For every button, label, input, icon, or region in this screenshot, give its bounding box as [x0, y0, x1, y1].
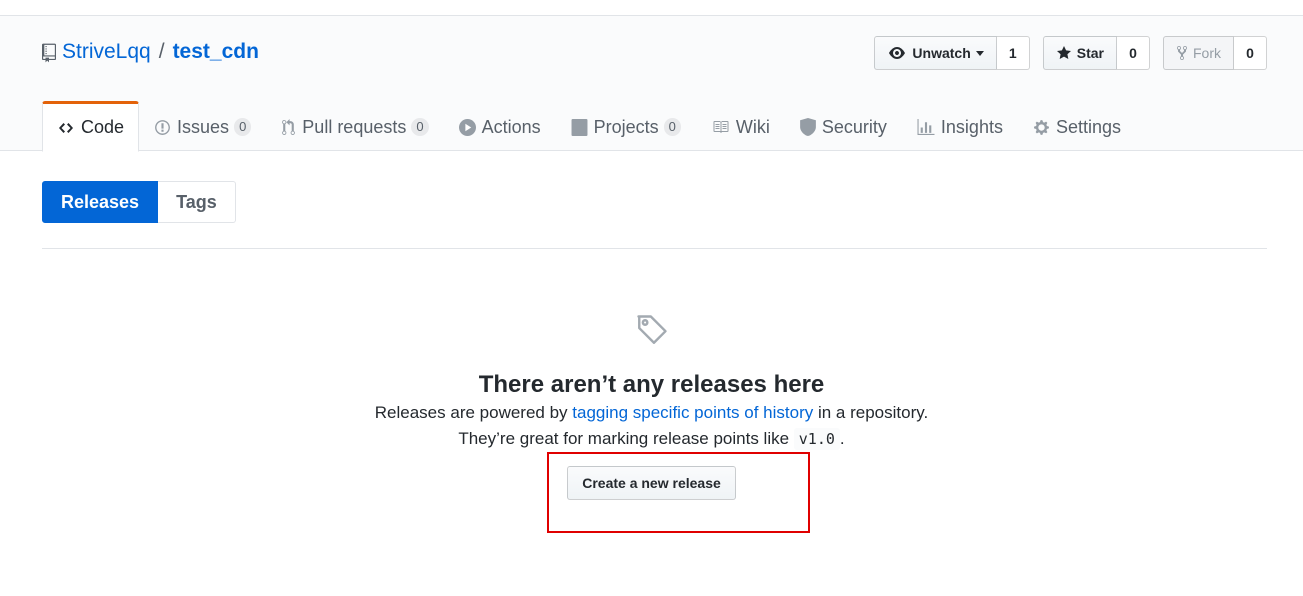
repo-separator: / — [158, 40, 165, 63]
tab-pull-requests-label: Pull requests — [302, 116, 407, 137]
repo-name-link[interactable]: test_cdn — [173, 40, 259, 64]
gear-icon — [1034, 119, 1049, 135]
releases-tab[interactable]: Releases — [42, 181, 159, 223]
pulls-counter: 0 — [411, 118, 429, 136]
tab-actions-label: Actions — [481, 116, 541, 137]
releases-subnav: Releases Tags — [42, 181, 236, 223]
repo-nav: Code Issues 0 Pull requests 0 Actions Pr… — [42, 101, 1136, 152]
tab-wiki-label: Wiki — [735, 116, 770, 137]
play-icon — [458, 118, 476, 136]
unwatch-label: Unwatch — [912, 45, 971, 61]
star-button[interactable]: Star — [1042, 36, 1117, 70]
repo-header: StriveLqq / test_cdn Unwatch 1 Star 0 Fo… — [0, 16, 1303, 152]
tab-issues-label: Issues — [177, 116, 230, 137]
line2-text-after: . — [839, 429, 845, 448]
tagging-docs-link[interactable]: tagging specific points of history — [572, 403, 813, 422]
version-example-code: v1.0 — [793, 428, 840, 450]
shield-icon — [800, 118, 816, 136]
top-bar — [0, 0, 1303, 16]
fork-label: Fork — [1193, 45, 1221, 61]
line1-text-before: Releases are powered by — [374, 403, 573, 422]
blankslate-line-1: Releases are powered by tagging specific… — [0, 400, 1303, 426]
tab-security-label: Security — [821, 116, 887, 137]
repo-icon — [42, 43, 56, 63]
tab-actions[interactable]: Actions — [444, 101, 556, 151]
line1-text-after: in a repository. — [813, 403, 929, 422]
tab-security[interactable]: Security — [785, 101, 902, 151]
star-group: Star 0 — [1042, 36, 1150, 70]
eye-icon — [889, 47, 906, 59]
tab-insights[interactable]: Insights — [902, 101, 1018, 151]
unwatch-button[interactable]: Unwatch — [874, 36, 997, 70]
fork-group: Fork 0 — [1163, 36, 1267, 70]
stargazers-count[interactable]: 0 — [1117, 36, 1150, 70]
fork-icon — [1177, 45, 1187, 61]
tab-projects-label: Projects — [593, 116, 659, 137]
tab-issues[interactable]: Issues 0 — [139, 101, 266, 151]
tab-projects[interactable]: Projects 0 — [556, 101, 696, 151]
watch-group: Unwatch 1 — [874, 36, 1030, 70]
content-divider — [42, 248, 1267, 249]
tab-pull-requests[interactable]: Pull requests 0 — [266, 101, 443, 151]
code-icon — [59, 122, 73, 133]
forks-count[interactable]: 0 — [1234, 36, 1267, 70]
tab-settings[interactable]: Settings — [1018, 101, 1136, 151]
pull-request-icon — [282, 118, 296, 135]
tab-code[interactable]: Code — [42, 101, 140, 152]
tab-settings-label: Settings — [1055, 116, 1122, 137]
projects-counter: 0 — [663, 118, 681, 136]
repo-title: StriveLqq / test_cdn — [42, 40, 259, 64]
issue-icon — [155, 119, 170, 135]
tab-code-label: Code — [81, 117, 125, 137]
highlight-annotation-box — [547, 452, 810, 533]
pagehead-actions: Unwatch 1 Star 0 Fork 0 — [874, 36, 1267, 70]
blankslate-line-2: They’re great for marking release points… — [0, 426, 1303, 452]
watchers-count[interactable]: 1 — [996, 36, 1030, 70]
project-icon — [571, 118, 588, 136]
star-label: Star — [1076, 45, 1104, 61]
chevron-down-icon — [975, 50, 984, 56]
issues-counter: 0 — [234, 118, 252, 136]
graph-icon — [917, 118, 935, 135]
tab-insights-label: Insights — [940, 116, 1003, 137]
fork-button[interactable]: Fork — [1163, 36, 1234, 70]
tag-icon — [636, 315, 667, 344]
tab-wiki[interactable]: Wiki — [696, 101, 785, 151]
star-icon — [1056, 46, 1071, 59]
line2-text-before: They’re great for marking release points… — [458, 429, 794, 448]
blankslate-title: There aren’t any releases here — [478, 371, 825, 398]
repo-owner-link[interactable]: StriveLqq — [62, 40, 151, 64]
tags-tab[interactable]: Tags — [158, 181, 236, 223]
book-icon — [713, 121, 729, 133]
